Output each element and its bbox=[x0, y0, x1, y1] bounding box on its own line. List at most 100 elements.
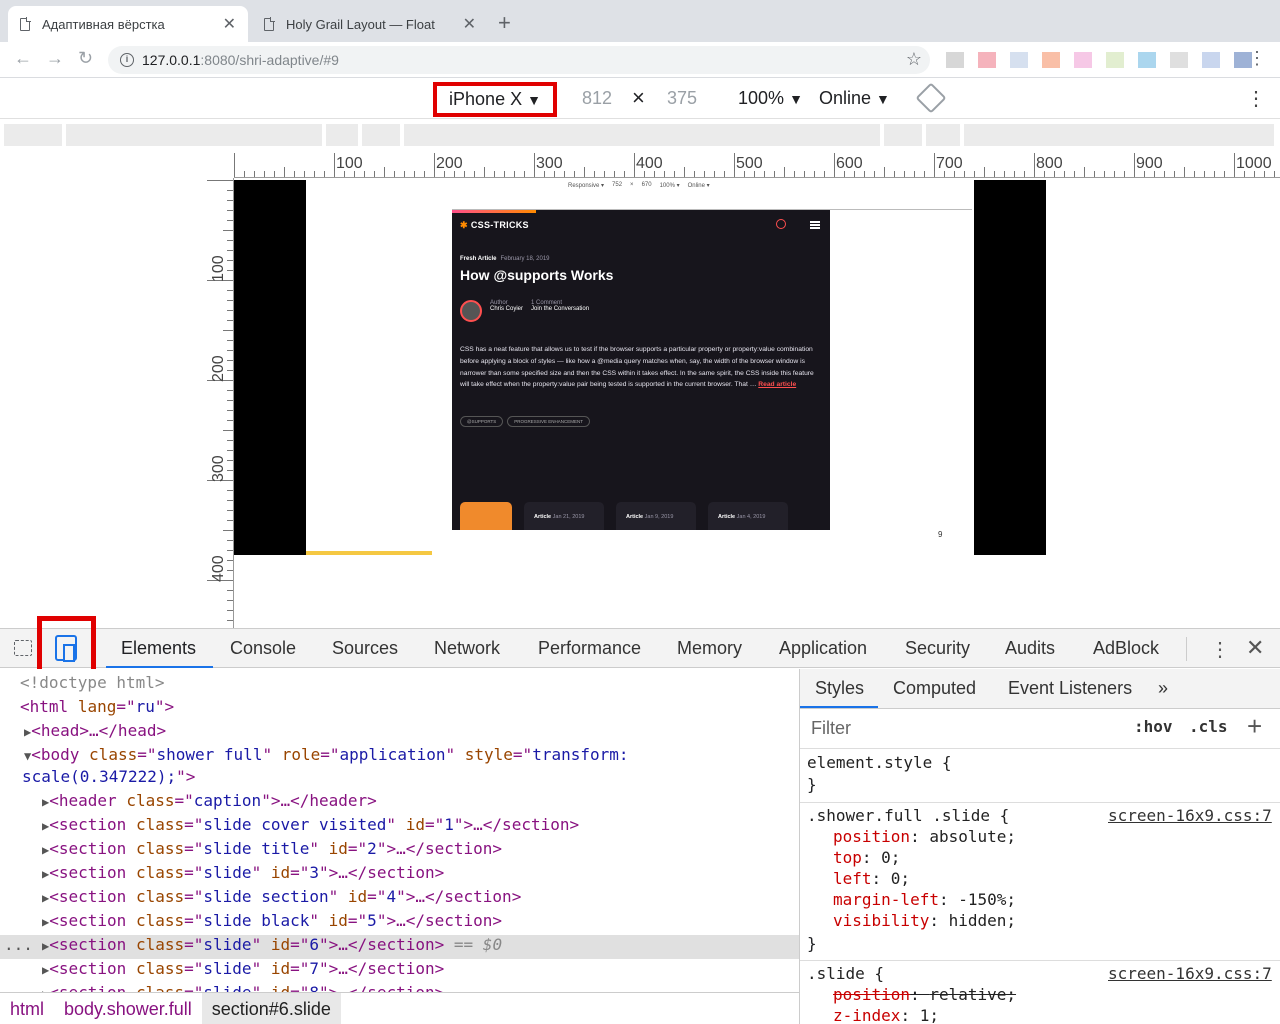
close-tab-icon[interactable]: ✕ bbox=[463, 14, 476, 34]
reload-icon[interactable]: ↻ bbox=[78, 48, 93, 69]
media-query-segment[interactable] bbox=[964, 124, 1274, 146]
breadcrumb-section[interactable]: section#6.slide bbox=[201, 992, 341, 1024]
styles-filter-input[interactable] bbox=[805, 713, 1117, 743]
css-value[interactable]: hidden; bbox=[949, 911, 1016, 930]
zoom-select[interactable]: 100% ▼ bbox=[738, 88, 803, 109]
extension-icon[interactable] bbox=[1170, 52, 1188, 68]
browser-tab[interactable]: Holy Grail Layout — Float ✕ bbox=[252, 6, 488, 42]
viewport-width-input[interactable]: 812 bbox=[582, 88, 612, 109]
css-value[interactable]: 1; bbox=[920, 1006, 939, 1024]
devtools-menu-icon[interactable]: ⋮ bbox=[1210, 637, 1230, 662]
extension-icon[interactable] bbox=[946, 52, 964, 68]
close-devtools-icon[interactable]: ✕ bbox=[1246, 635, 1264, 661]
emulated-viewport[interactable]: Responsive ▾ 752 × 670 100% ▾ Online ▾ ✱… bbox=[234, 180, 1046, 555]
dom-node-section[interactable]: ▶<section class="slide title" id="2">…</… bbox=[42, 839, 502, 858]
tab-console[interactable]: Console bbox=[230, 638, 296, 659]
css-declaration[interactable]: position: relative; bbox=[833, 985, 1016, 1004]
css-value[interactable]: relative; bbox=[929, 985, 1016, 1004]
css-declaration[interactable]: position: absolute; bbox=[833, 827, 1016, 846]
doctype-node[interactable]: <!doctype html> bbox=[20, 673, 165, 692]
media-query-segment[interactable] bbox=[4, 124, 62, 146]
more-tabs-icon[interactable]: » bbox=[1158, 678, 1168, 699]
css-property[interactable]: position bbox=[833, 985, 910, 1004]
css-declaration[interactable]: z-index: 1; bbox=[833, 1006, 939, 1024]
tab-network[interactable]: Network bbox=[434, 638, 500, 659]
tab-security[interactable]: Security bbox=[905, 638, 970, 659]
media-query-segment[interactable] bbox=[66, 124, 322, 146]
extension-icon[interactable] bbox=[1042, 52, 1060, 68]
media-query-segment[interactable] bbox=[884, 124, 922, 146]
tab-computed[interactable]: Computed bbox=[893, 678, 976, 699]
rule-selector[interactable]: .shower.full .slide { bbox=[807, 806, 1009, 825]
url-field[interactable]: i 127.0.0.1:8080/shri-adaptive/#9 ☆ bbox=[108, 46, 930, 74]
media-query-segment[interactable] bbox=[326, 124, 358, 146]
css-property[interactable]: top bbox=[833, 848, 862, 867]
inspect-element-icon[interactable] bbox=[14, 640, 32, 656]
media-query-segment[interactable] bbox=[362, 124, 400, 146]
chrome-menu-icon[interactable]: ⋮ bbox=[1248, 48, 1266, 69]
tab-styles[interactable]: Styles bbox=[815, 678, 864, 699]
source-link[interactable]: screen-16x9.css:7 bbox=[1108, 964, 1272, 983]
extension-icon[interactable] bbox=[1138, 52, 1156, 68]
dom-node-section[interactable]: ▶<section class="slide black" id="5">…</… bbox=[42, 911, 502, 930]
tab-elements[interactable]: Elements bbox=[121, 638, 196, 659]
info-icon[interactable]: i bbox=[120, 53, 134, 67]
media-query-segment[interactable] bbox=[404, 124, 880, 146]
tab-adblock[interactable]: AdBlock bbox=[1093, 638, 1159, 659]
tab-memory[interactable]: Memory bbox=[677, 638, 742, 659]
css-property[interactable]: position bbox=[833, 827, 910, 846]
tab-audits[interactable]: Audits bbox=[1005, 638, 1055, 659]
rule-selector[interactable]: element.style { bbox=[807, 753, 952, 772]
dom-node-section[interactable]: ▶<section class="slide section" id="4">…… bbox=[42, 887, 521, 906]
forward-arrow-icon[interactable]: → bbox=[46, 48, 64, 69]
device-select[interactable]: iPhone X ▼ bbox=[433, 82, 557, 117]
dom-node-section[interactable]: ▶<section class="slide" id="7">…</sectio… bbox=[42, 959, 444, 978]
node-actions-icon[interactable]: ... bbox=[4, 935, 33, 954]
new-rule-button[interactable]: + bbox=[1247, 711, 1262, 742]
bookmark-star-icon[interactable]: ☆ bbox=[906, 49, 922, 70]
class-toggle[interactable]: .cls bbox=[1189, 717, 1228, 736]
extension-icon[interactable] bbox=[1010, 52, 1028, 68]
new-tab-button[interactable]: + bbox=[498, 10, 511, 36]
css-declaration[interactable]: visibility: hidden; bbox=[833, 911, 1016, 930]
tab-application[interactable]: Application bbox=[779, 638, 867, 659]
network-throttle-select[interactable]: Online ▼ bbox=[819, 88, 890, 109]
close-tab-icon[interactable]: ✕ bbox=[223, 14, 236, 34]
css-property[interactable]: left bbox=[833, 869, 872, 888]
dom-node-section[interactable]: ▶<section class="slide cover visited" id… bbox=[42, 815, 579, 834]
tab-performance[interactable]: Performance bbox=[538, 638, 641, 659]
css-value[interactable]: 0; bbox=[891, 869, 910, 888]
css-declaration[interactable]: left: 0; bbox=[833, 869, 910, 888]
css-value[interactable]: 0; bbox=[881, 848, 900, 867]
tab-sources[interactable]: Sources bbox=[332, 638, 398, 659]
css-value[interactable]: -150%; bbox=[958, 890, 1016, 909]
breadcrumb-body[interactable]: body.shower.full bbox=[54, 993, 202, 1024]
viewport-height-input[interactable]: 375 bbox=[667, 88, 697, 109]
css-property[interactable]: visibility bbox=[833, 911, 929, 930]
dom-node-section[interactable]: ▶<section class="slide" id="8">…</sectio… bbox=[42, 983, 444, 992]
dom-node-section[interactable]: ▶<section class="slide" id="3">…</sectio… bbox=[42, 863, 444, 882]
tab-event-listeners[interactable]: Event Listeners bbox=[1008, 678, 1132, 699]
back-arrow-icon[interactable]: ← bbox=[14, 48, 32, 69]
extension-icon[interactable] bbox=[978, 52, 996, 68]
head-node[interactable]: ▶<head>…</head> bbox=[24, 721, 166, 740]
rotate-icon[interactable] bbox=[915, 82, 947, 114]
extension-icon[interactable] bbox=[1202, 52, 1220, 68]
html-node[interactable]: <html lang="ru"> bbox=[20, 697, 174, 716]
browser-tab-active[interactable]: Адаптивная вёрстка ✕ bbox=[8, 6, 248, 42]
body-node[interactable]: ▼<body class="shower full" role="applica… bbox=[24, 745, 629, 764]
extension-icon[interactable] bbox=[1106, 52, 1124, 68]
source-link[interactable]: screen-16x9.css:7 bbox=[1108, 806, 1272, 825]
dom-node-section[interactable]: ... ▶<section class="slide" id="6">…</sec… bbox=[0, 935, 799, 959]
css-property[interactable]: margin-left bbox=[833, 890, 939, 909]
css-property[interactable]: z-index bbox=[833, 1006, 900, 1024]
breadcrumb-html[interactable]: html bbox=[0, 993, 54, 1024]
media-query-segment[interactable] bbox=[926, 124, 960, 146]
extension-icon[interactable] bbox=[1074, 52, 1092, 68]
hover-state-toggle[interactable]: :hov bbox=[1134, 717, 1173, 736]
toggle-device-toolbar-button[interactable] bbox=[37, 616, 96, 676]
css-value[interactable]: absolute; bbox=[929, 827, 1016, 846]
css-declaration[interactable]: top: 0; bbox=[833, 848, 900, 867]
rule-selector[interactable]: .slide { bbox=[807, 964, 884, 983]
dom-node-header[interactable]: ▶<header class="caption">…</header> bbox=[42, 791, 377, 810]
